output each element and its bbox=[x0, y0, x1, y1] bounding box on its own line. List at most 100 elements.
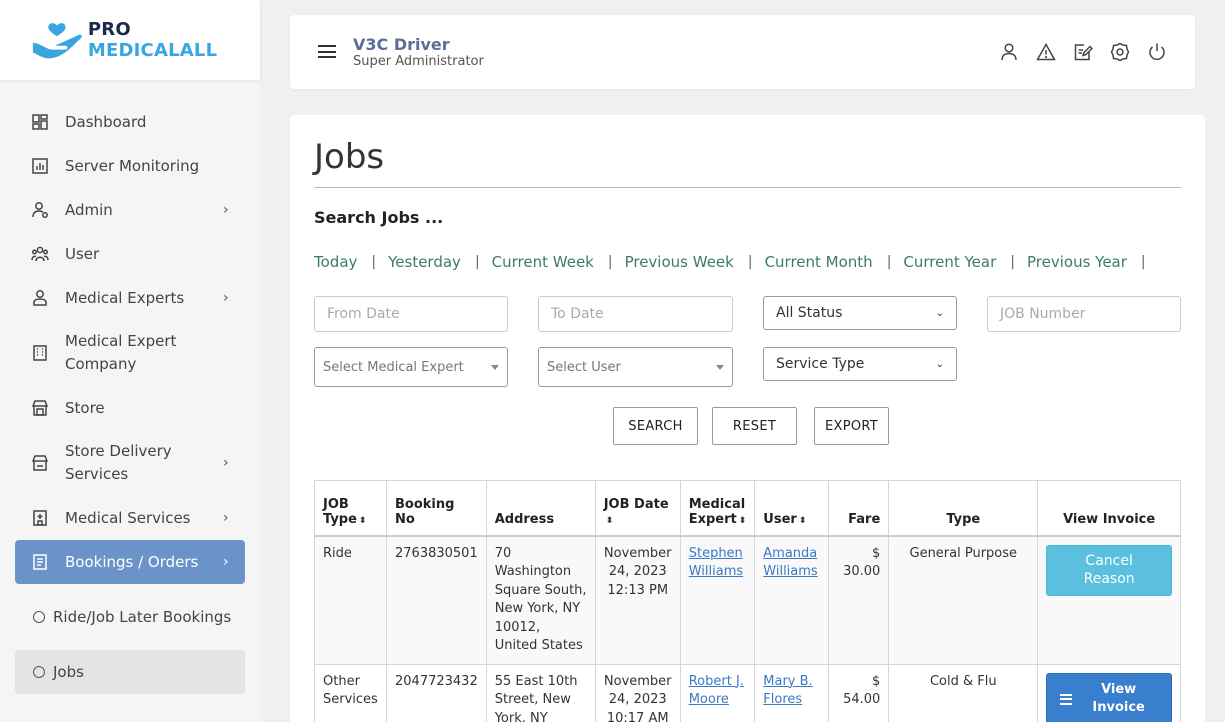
brand-logo[interactable]: PRO MEDICALALL bbox=[0, 0, 260, 80]
person-icon bbox=[31, 289, 49, 307]
sort-icon: ⬍ bbox=[798, 515, 807, 526]
sidebar-item-server-monitoring[interactable]: Server Monitoring bbox=[15, 144, 245, 188]
service-type-select[interactable]: Service Type ⌄ bbox=[763, 347, 957, 381]
power-icon[interactable] bbox=[1147, 42, 1167, 62]
sidebar-item-label: Dashboard bbox=[65, 112, 147, 131]
sidebar-subitem-label: Ride/Job Later Bookings bbox=[53, 607, 232, 626]
sidebar-item-label: Medical Experts bbox=[65, 288, 185, 307]
user-link[interactable]: Amanda Williams bbox=[763, 546, 817, 580]
to-date-input[interactable]: To Date bbox=[538, 296, 733, 332]
user-link[interactable]: Mary B. Flores bbox=[763, 674, 812, 708]
jobs-table: JOB Type ⬍ Booking No Address JOB Date ⬍ Me… bbox=[314, 480, 1181, 722]
menu-toggle-icon[interactable] bbox=[318, 45, 336, 58]
filter-current-month[interactable]: Current Month bbox=[765, 253, 873, 271]
filter-previous-week[interactable]: Previous Week bbox=[625, 253, 734, 271]
user-select[interactable]: Select User bbox=[538, 347, 733, 387]
sidebar-item-user[interactable]: User bbox=[15, 232, 245, 276]
from-date-input[interactable]: From Date bbox=[314, 296, 508, 332]
sidebar-subitem-label: Jobs bbox=[53, 663, 84, 681]
edit-note-icon[interactable] bbox=[1073, 42, 1094, 62]
chevron-down-icon: ⌄ bbox=[935, 307, 944, 319]
cell-fare: $ 54.00 bbox=[828, 663, 890, 722]
table-row: Ride 2763830501 70 Washington Square Sou… bbox=[314, 535, 1181, 665]
status-select[interactable]: All Status ⌄ bbox=[763, 296, 957, 330]
view-invoice-button[interactable]: View Invoice bbox=[1046, 672, 1172, 722]
cell-address: 55 East 10th Street, New York, NY bbox=[485, 663, 596, 722]
cell-job-type: Other Services bbox=[314, 663, 387, 722]
sidebar-nav: Dashboard Server Monitoring Admin › User… bbox=[15, 100, 245, 694]
chart-icon bbox=[31, 157, 49, 175]
sidebar-subitem-ride-job-later-bookings[interactable]: Ride/Job Later Bookings bbox=[15, 584, 245, 650]
sidebar-item-label: Server Monitoring bbox=[65, 156, 200, 175]
warning-icon[interactable] bbox=[1036, 42, 1056, 62]
job-number-input[interactable]: JOB Number bbox=[987, 296, 1181, 332]
top-header: V3C Driver Super Administrator bbox=[290, 15, 1195, 89]
col-view-invoice: View Invoice bbox=[1037, 480, 1181, 536]
circle-icon bbox=[33, 666, 45, 678]
col-job-type[interactable]: JOB Type ⬍ bbox=[314, 480, 387, 536]
col-address: Address bbox=[485, 480, 596, 536]
hospital-icon bbox=[31, 509, 49, 527]
main-content: Jobs Search Jobs ... Today | Yesterday | C… bbox=[290, 115, 1205, 722]
cell-address: 70 Washington Square South, New York, NY… bbox=[485, 535, 596, 665]
col-job-date[interactable]: JOB Date ⬍ bbox=[594, 480, 681, 536]
page-title: Jobs bbox=[314, 137, 385, 177]
users-icon bbox=[31, 245, 49, 263]
cell-action: Cancel Reason bbox=[1037, 535, 1181, 665]
dashboard-icon bbox=[31, 113, 49, 131]
chevron-right-icon: › bbox=[223, 510, 229, 526]
caret-down-icon bbox=[491, 364, 499, 370]
sidebar-item-label: Medical Services bbox=[65, 508, 191, 527]
filter-current-week[interactable]: Current Week bbox=[492, 253, 594, 271]
col-fare: Fare bbox=[828, 480, 890, 536]
profile-icon[interactable] bbox=[999, 42, 1019, 62]
sidebar-item-label: User bbox=[65, 244, 100, 263]
header-subtitle: Super Administrator bbox=[353, 54, 484, 69]
sidebar-item-medical-services[interactable]: Medical Services › bbox=[15, 496, 245, 540]
sidebar-item-admin[interactable]: Admin › bbox=[15, 188, 245, 232]
sidebar-item-store-delivery-services[interactable]: Store Delivery Services › bbox=[15, 430, 245, 496]
export-button[interactable]: EXPORT bbox=[814, 407, 889, 445]
cancel-reason-button[interactable]: Cancel Reason bbox=[1046, 544, 1172, 596]
chevron-down-icon: ⌄ bbox=[935, 358, 944, 370]
filter-previous-year[interactable]: Previous Year bbox=[1027, 253, 1127, 271]
cell-job-type: Ride bbox=[314, 535, 387, 665]
circle-icon bbox=[33, 611, 45, 623]
caret-down-icon bbox=[716, 364, 724, 370]
filter-current-year[interactable]: Current Year bbox=[903, 253, 996, 271]
search-button[interactable]: SEARCH bbox=[613, 407, 698, 445]
expert-link[interactable]: Stephen Williams bbox=[689, 546, 743, 580]
medical-expert-select[interactable]: Select Medical Expert bbox=[314, 347, 508, 387]
settings-gear-icon[interactable] bbox=[1110, 42, 1130, 62]
col-booking-no: Booking No bbox=[386, 480, 487, 536]
sidebar-subitem-jobs[interactable]: Jobs bbox=[15, 650, 245, 694]
sidebar-item-dashboard[interactable]: Dashboard bbox=[15, 100, 245, 144]
cell-action: View Invoice bbox=[1037, 663, 1181, 722]
filter-yesterday[interactable]: Yesterday bbox=[388, 253, 461, 271]
sort-icon: ⬍ bbox=[738, 515, 747, 526]
list-icon bbox=[1060, 693, 1073, 705]
filter-today[interactable]: Today bbox=[314, 253, 357, 271]
cell-user: Amanda Williams bbox=[754, 535, 830, 665]
col-medical-expert[interactable]: Medical Expert ⬍ bbox=[679, 480, 756, 536]
sidebar-item-store[interactable]: Store bbox=[15, 386, 245, 430]
sidebar-item-medical-experts[interactable]: Medical Experts › bbox=[15, 276, 245, 320]
header-actions bbox=[999, 42, 1167, 62]
reset-button[interactable]: RESET bbox=[712, 407, 797, 445]
sidebar-item-label: Admin bbox=[65, 200, 113, 219]
expert-link[interactable]: Robert J. Moore bbox=[689, 674, 744, 708]
sort-icon: ⬍ bbox=[358, 515, 367, 526]
table-row: Other Services 2047723432 55 East 10th S… bbox=[314, 663, 1181, 722]
store-delivery-icon bbox=[31, 454, 49, 472]
col-user[interactable]: User ⬍ bbox=[754, 480, 830, 536]
sidebar-item-label: Medical Expert Company bbox=[65, 332, 177, 373]
sidebar-item-bookings-orders[interactable]: Bookings / Orders › bbox=[15, 540, 245, 584]
cell-fare: $ 30.00 bbox=[828, 535, 890, 665]
sidebar-item-medical-expert-company[interactable]: Medical Expert Company bbox=[15, 320, 245, 386]
sort-icon: ⬍ bbox=[605, 515, 614, 526]
cell-type: Cold & Flu bbox=[888, 663, 1039, 722]
cell-booking-no: 2047723432 bbox=[386, 663, 487, 722]
sidebar-item-label: Bookings / Orders bbox=[65, 552, 199, 571]
sidebar-item-label: Store Delivery Services bbox=[65, 442, 172, 483]
heart-hand-logo-icon bbox=[32, 23, 82, 59]
